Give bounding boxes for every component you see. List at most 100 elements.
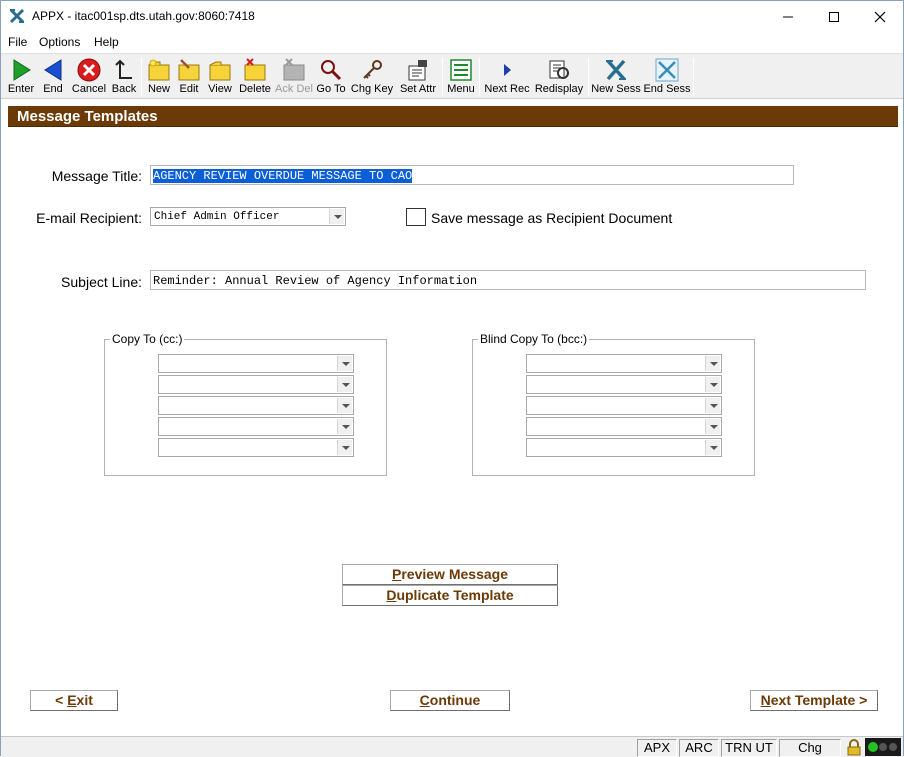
- bcc-select-5[interactable]: [526, 438, 722, 457]
- end-button[interactable]: End: [38, 56, 68, 98]
- end-session-button[interactable]: End Sess: [643, 56, 691, 98]
- menu-list-icon: [450, 59, 472, 81]
- new-label: New: [147, 83, 170, 95]
- new-folder-icon: [148, 59, 170, 81]
- menu-help[interactable]: Help: [94, 35, 119, 49]
- continue-button[interactable]: Continue: [390, 690, 510, 711]
- cancel-button[interactable]: Cancel: [70, 56, 108, 98]
- toolbar-separator: [141, 58, 142, 96]
- bcc-group-label: Blind Copy To (bcc:): [478, 332, 590, 346]
- edit-button[interactable]: Edit: [175, 56, 203, 98]
- delete-button[interactable]: Delete: [237, 56, 273, 98]
- next-template-label: ext Template >: [770, 692, 868, 708]
- toolbar-separator: [693, 58, 694, 96]
- status-lights-icon: [865, 738, 901, 756]
- menu-bar: File Options Help: [1, 32, 903, 52]
- preview-label: review Message: [401, 566, 508, 582]
- menu-options[interactable]: Options: [39, 35, 80, 49]
- exit-button[interactable]: < Exit: [30, 690, 118, 711]
- message-title-input[interactable]: AGENCY REVIEW OVERDUE MESSAGE TO CAO: [150, 165, 794, 185]
- window-title: APPX - itac001sp.dts.utah.gov:8060:7418: [32, 9, 255, 23]
- next-template-button[interactable]: Next Template >: [750, 690, 878, 711]
- new-session-button[interactable]: New Sess: [591, 56, 641, 98]
- toolbar-separator: [588, 58, 589, 96]
- lock-icon: [847, 739, 861, 756]
- next-record-label: Next Rec: [484, 83, 530, 95]
- close-window-button[interactable]: [857, 1, 903, 32]
- chevron-down-icon[interactable]: [705, 440, 720, 455]
- cc-select-1[interactable]: [158, 354, 354, 373]
- next-record-button[interactable]: Next Rec: [483, 56, 531, 98]
- magnifier-icon: [321, 60, 342, 81]
- bcc-select-3[interactable]: [526, 396, 722, 415]
- new-button[interactable]: New: [144, 56, 174, 98]
- message-title-value: AGENCY REVIEW OVERDUE MESSAGE TO CAO: [153, 169, 413, 183]
- chevron-down-icon[interactable]: [705, 398, 720, 413]
- chevron-down-icon[interactable]: [337, 377, 352, 392]
- chevron-down-icon[interactable]: [337, 356, 352, 371]
- edit-folder-icon: [178, 59, 200, 81]
- menu-label: Menu: [447, 83, 475, 95]
- next-record-icon: [504, 64, 511, 76]
- bcc-select-2[interactable]: [526, 375, 722, 394]
- app-window: APPX - itac001sp.dts.utah.gov:8060:7418 …: [0, 0, 904, 757]
- status-apx: APX: [637, 739, 677, 757]
- cancel-label: Cancel: [71, 83, 107, 95]
- cc-select-3[interactable]: [158, 396, 354, 415]
- minimize-button[interactable]: [765, 1, 811, 32]
- page-title: Message Templates: [17, 108, 158, 125]
- menu-button[interactable]: Menu: [445, 56, 477, 98]
- back-button[interactable]: Back: [109, 56, 139, 98]
- preview-message-button[interactable]: Preview Message: [342, 564, 558, 585]
- new-session-label: New Sess: [591, 83, 641, 95]
- menu-file[interactable]: File: [8, 35, 27, 49]
- chevron-down-icon[interactable]: [705, 356, 720, 371]
- enter-button[interactable]: Enter: [5, 56, 37, 98]
- cc-select-2[interactable]: [158, 375, 354, 394]
- chevron-down-icon[interactable]: [705, 377, 720, 392]
- redisplay-button[interactable]: Redisplay: [533, 56, 585, 98]
- chevron-down-icon[interactable]: [337, 419, 352, 434]
- close-icon: [874, 11, 886, 22]
- form-content: Message Templates Message Title: AGENCY …: [8, 106, 898, 731]
- email-recipient-value: Chief Admin Officer: [154, 211, 280, 223]
- bcc-select-1[interactable]: [526, 354, 722, 373]
- enter-label: Enter: [7, 83, 35, 95]
- green-play-icon: [13, 59, 31, 81]
- end-session-icon: [655, 58, 679, 82]
- bcc-group: Blind Copy To (bcc:): [472, 332, 755, 476]
- subject-line-input[interactable]: Reminder: Annual Review of Agency Inform…: [150, 270, 866, 290]
- chevron-down-icon[interactable]: [337, 398, 352, 413]
- chevron-down-icon[interactable]: [337, 440, 352, 455]
- view-folder-icon: [209, 61, 231, 81]
- cc-select-4[interactable]: [158, 417, 354, 436]
- duplicate-accel: D: [386, 587, 397, 603]
- bcc-select-4[interactable]: [526, 417, 722, 436]
- delete-folder-icon: [244, 58, 266, 81]
- key-icon: [363, 60, 382, 79]
- chevron-down-icon[interactable]: [705, 419, 720, 434]
- maximize-icon: [829, 11, 839, 22]
- cc-group-label: Copy To (cc:): [110, 332, 185, 346]
- duplicate-template-button[interactable]: Duplicate Template: [342, 585, 558, 606]
- status-arc: ARC: [679, 739, 719, 757]
- email-recipient-select[interactable]: Chief Admin Officer: [150, 207, 346, 226]
- title-bar[interactable]: APPX - itac001sp.dts.utah.gov:8060:7418: [1, 1, 903, 32]
- save-recipient-doc-checkbox[interactable]: [406, 208, 426, 226]
- subject-line-label: Subject Line:: [61, 274, 142, 290]
- set-attributes-button[interactable]: Set Attr: [396, 56, 440, 98]
- maximize-button[interactable]: [811, 1, 857, 32]
- view-button[interactable]: View: [205, 56, 235, 98]
- cc-group: Copy To (cc:): [104, 332, 387, 476]
- red-cancel-icon: [77, 58, 101, 82]
- delete-label: Delete: [239, 83, 271, 95]
- new-session-icon: [606, 59, 626, 81]
- go-to-label: Go To: [316, 83, 346, 95]
- ack-delete-button[interactable]: Ack Del: [275, 56, 313, 98]
- page-header-bar: Message Templates: [8, 106, 898, 127]
- go-to-button[interactable]: Go To: [314, 56, 348, 98]
- change-key-button[interactable]: Chg Key: [350, 56, 394, 98]
- exit-accel: E: [67, 692, 77, 708]
- cc-select-5[interactable]: [158, 438, 354, 457]
- chevron-down-icon[interactable]: [329, 209, 344, 224]
